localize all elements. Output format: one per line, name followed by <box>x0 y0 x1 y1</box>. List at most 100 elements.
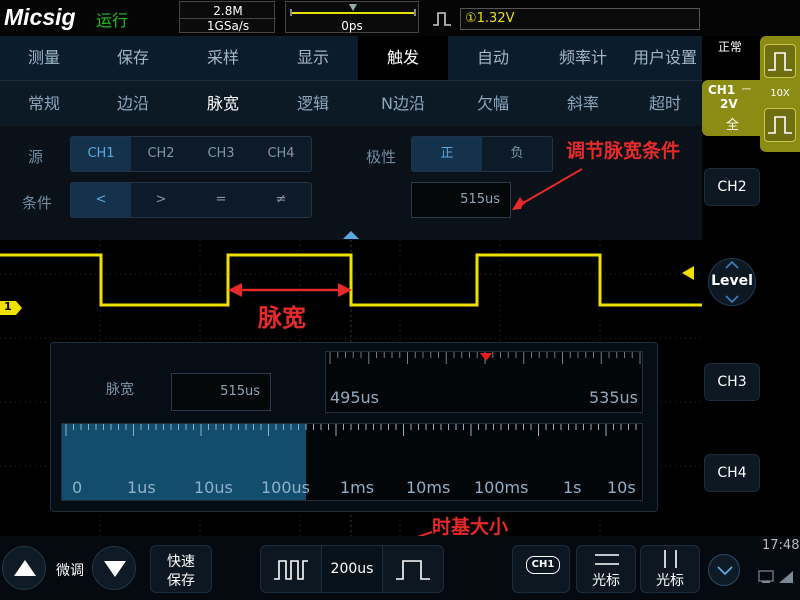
usb-storage-icon <box>758 570 774 583</box>
source-ch1[interactable]: CH1 <box>71 137 131 171</box>
ch1-ground-marker[interactable]: 1 <box>0 300 22 315</box>
ch1-button[interactable]: CH1 ⎓ 2V 全 <box>702 80 760 136</box>
timebase-zoom-in-button[interactable] <box>261 546 321 592</box>
source-ch3[interactable]: CH3 <box>191 137 251 171</box>
pulse-width-setting-panel: 脉宽 515us 495us 535us 0 1us 10us 100us 1m… <box>50 342 658 512</box>
condition-selector: < > = ≠ <box>70 182 312 218</box>
pulse-up-icon <box>768 52 792 71</box>
trigger-mode-panel: 10X <box>760 36 800 152</box>
channel-select-button[interactable]: CH1 <box>512 545 570 593</box>
trigger-type-slope[interactable]: 斜率 <box>538 81 628 127</box>
right-control-column: 正常 10X CH1 ⎓ 2V 全 CH2 Level CH3 CH4 <box>702 36 800 536</box>
trigger-type-menu: 常规 边沿 脉宽 逻辑 N边沿 欠幅 斜率 超时 <box>0 80 702 126</box>
sample-rate: 1GSa/s <box>206 19 250 33</box>
polarity-positive[interactable]: 正 <box>412 137 482 171</box>
chevron-down-icon <box>717 566 733 576</box>
trigger-type-edge[interactable]: 边沿 <box>88 81 178 127</box>
timebase-zoom-out-button[interactable] <box>383 546 443 592</box>
acquisition-info[interactable]: 2.8M 1GSa/s <box>179 1 276 33</box>
tab-display[interactable]: 显示 <box>268 36 358 80</box>
vertical-cursor-button[interactable]: 光标 <box>640 545 700 593</box>
ch1-coupling-dc-icon: ⎓ <box>742 82 751 95</box>
ch1-icon: CH1 <box>526 556 560 574</box>
fine-down-button[interactable] <box>92 546 136 590</box>
coarse-scale[interactable]: 0 1us 10us 100us 1ms 10ms 100ms 1s 10s <box>61 423 643 501</box>
probe-ratio[interactable]: 10X <box>762 88 798 99</box>
brand-logo: Micsig <box>4 4 76 30</box>
memory-depth: 2.8M <box>213 4 243 18</box>
expand-menu-button[interactable] <box>708 554 740 586</box>
ch1-marker-label: 1 <box>4 300 12 313</box>
tab-frequency-counter[interactable]: 频率计 <box>538 36 628 80</box>
source-ch4[interactable]: CH4 <box>251 137 311 171</box>
source-selector: CH1 CH2 CH3 CH4 <box>70 136 312 172</box>
trigger-type-pulse-width[interactable]: 脉宽 <box>178 81 268 127</box>
polarity-label: 极性 <box>366 148 397 166</box>
condition-not-equal[interactable]: ≠ <box>251 183 311 217</box>
fine-scale-pointer[interactable] <box>480 352 492 362</box>
trigger-type-timeout[interactable]: 超时 <box>628 81 702 127</box>
trigger-type-runt[interactable]: 欠幅 <box>448 81 538 127</box>
condition-equal[interactable]: = <box>191 183 251 217</box>
tab-save[interactable]: 保存 <box>88 36 178 80</box>
trigger-time-marker[interactable] <box>342 230 360 240</box>
ch1-scale: 2V <box>720 97 738 111</box>
pw-label: 脉宽 <box>106 382 134 398</box>
coarse-label-1ms: 1ms <box>340 478 375 497</box>
timebase-value[interactable]: 200us <box>321 546 383 592</box>
fine-adjust-label: 微调 <box>56 563 84 579</box>
fine-scale[interactable]: 495us 535us <box>325 351 643 413</box>
level-knob[interactable]: Level <box>708 258 756 306</box>
trigger-type-nth-edge[interactable]: N边沿 <box>358 81 448 127</box>
ch2-button[interactable]: CH2 <box>704 168 760 206</box>
trigger-type-general[interactable]: 常规 <box>0 81 88 127</box>
tab-user-settings[interactable]: 用户设置 <box>628 36 702 80</box>
quick-save-button[interactable]: 快速 保存 <box>150 545 212 593</box>
coarse-scale-ticks <box>65 424 637 436</box>
annotation-adjust-width: 调节脉宽条件 <box>566 140 681 162</box>
memory-position-bar <box>290 4 416 16</box>
tab-acquire[interactable]: 采样 <box>178 36 268 80</box>
annotation-arrow-width <box>512 168 583 210</box>
ch4-button[interactable]: CH4 <box>704 454 760 492</box>
trigger-type-logic[interactable]: 逻辑 <box>268 81 358 127</box>
trigger-status: 正常 <box>718 40 743 54</box>
horizontal-cursor-button[interactable]: 光标 <box>576 545 636 593</box>
tab-auto[interactable]: 自动 <box>448 36 538 80</box>
timebase-control: 200us <box>260 545 444 593</box>
coarse-scale-labels: 0 1us 10us 100us 1ms 10ms 100ms 1s 10s <box>72 478 642 498</box>
horizontal-position-value: 0ps <box>341 19 363 33</box>
falling-edge-button[interactable] <box>764 108 796 142</box>
condition-greater-than[interactable]: > <box>131 183 191 217</box>
rising-edge-button[interactable] <box>764 44 796 78</box>
source-ch2[interactable]: CH2 <box>131 137 191 171</box>
pulse-trigger-icon <box>433 12 451 26</box>
annotation-timebase: 时基大小 <box>432 516 509 538</box>
tab-measure[interactable]: 测量 <box>0 36 88 80</box>
trigger-level-marker[interactable] <box>682 266 702 280</box>
annotation-pulse-width: 脉宽 <box>258 304 306 332</box>
tab-trigger[interactable]: 触发 <box>358 36 448 80</box>
fine-up-button[interactable] <box>2 546 46 590</box>
fine-scale-min: 495us <box>330 388 380 407</box>
pw-value-input[interactable]: 515us <box>171 373 271 411</box>
run-state-indicator[interactable]: 运行 <box>96 7 128 31</box>
horizontal-position-box[interactable]: 0ps <box>285 1 419 33</box>
vertical-cursor-icon <box>664 550 677 568</box>
quick-save-line2: 保存 <box>167 573 195 589</box>
clock: 17:48 <box>762 538 800 553</box>
trigger-level-box[interactable]: ①1.32V <box>460 8 700 30</box>
narrow-pulse-icon <box>274 560 308 580</box>
horizontal-cursor-label: 光标 <box>592 573 620 589</box>
vertical-cursor-label: 光标 <box>656 573 684 589</box>
level-up-icon <box>725 261 739 269</box>
bottom-toolbar: 微调 快速 保存 200us CH1 光标 光标 17:48 <box>0 536 800 600</box>
fine-scale-max: 535us <box>588 388 638 407</box>
pulse-width-arrow <box>228 283 352 297</box>
level-down-icon <box>725 295 739 303</box>
ch3-button[interactable]: CH3 <box>704 363 760 401</box>
condition-less-than[interactable]: < <box>71 183 131 217</box>
width-value-input[interactable]: 515us <box>411 182 511 218</box>
source-label: 源 <box>28 148 44 166</box>
pulse-down-icon <box>768 116 792 134</box>
